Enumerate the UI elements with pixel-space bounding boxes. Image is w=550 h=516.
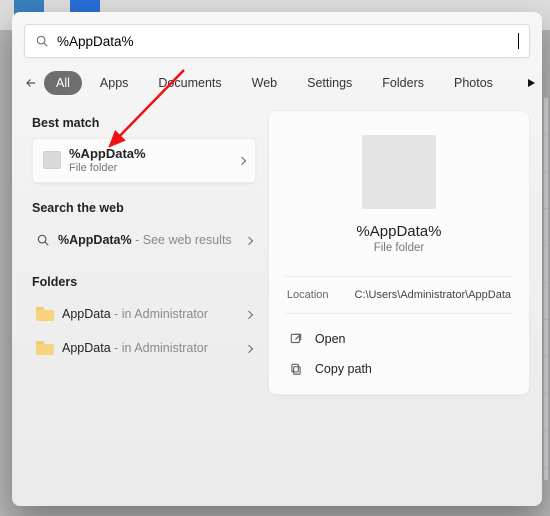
- section-search-web: Search the web: [32, 201, 256, 215]
- folder-suffix: - in Administrator: [111, 341, 208, 355]
- open-icon: [289, 332, 303, 346]
- location-label: Location: [287, 289, 329, 301]
- preview-subtitle: File folder: [374, 242, 425, 254]
- tab-photos[interactable]: Photos: [442, 71, 505, 95]
- web-result-query: %AppData%: [58, 233, 132, 247]
- filter-tabs: All Apps Documents Web Settings Folders …: [12, 66, 542, 106]
- search-bar[interactable]: [24, 24, 530, 58]
- best-match-item[interactable]: %AppData% File folder: [32, 138, 256, 183]
- start-search-panel: All Apps Documents Web Settings Folders …: [12, 12, 542, 506]
- preview-thumbnail: [362, 135, 436, 209]
- best-match-title: %AppData%: [69, 147, 146, 162]
- action-open[interactable]: Open: [285, 324, 513, 354]
- preview-title: %AppData%: [356, 223, 441, 240]
- chevron-right-icon: [238, 157, 246, 165]
- action-open-label: Open: [315, 332, 346, 346]
- tab-settings[interactable]: Settings: [295, 71, 364, 95]
- location-value: C:\Users\Administrator\AppData: [355, 289, 512, 301]
- web-result-suffix: - See web results: [132, 233, 232, 247]
- tab-apps[interactable]: Apps: [88, 71, 141, 95]
- tab-folders[interactable]: Folders: [370, 71, 436, 95]
- tab-all[interactable]: All: [44, 71, 82, 95]
- section-best-match: Best match: [32, 116, 256, 130]
- action-copy-path[interactable]: Copy path: [285, 354, 513, 384]
- search-icon: [36, 233, 50, 247]
- chevron-right-icon: [245, 311, 253, 319]
- preview-pane: %AppData% File folder Location C:\Users\…: [268, 110, 530, 395]
- run-button[interactable]: [517, 72, 542, 94]
- arrow-left-icon: [24, 76, 38, 90]
- preview-location-row: Location C:\Users\Administrator\AppData: [285, 276, 513, 313]
- folder-placeholder-icon: [43, 151, 61, 169]
- results-column: Best match %AppData% File folder Search …: [32, 110, 256, 395]
- section-folders: Folders: [32, 275, 256, 289]
- search-input[interactable]: [57, 34, 520, 49]
- tab-web[interactable]: Web: [240, 71, 289, 95]
- chevron-right-icon: [245, 345, 253, 353]
- copy-icon: [289, 362, 303, 376]
- back-button[interactable]: [24, 70, 38, 96]
- folder-name: AppData: [62, 307, 111, 321]
- tab-documents[interactable]: Documents: [146, 71, 233, 95]
- web-result-item[interactable]: %AppData% - See web results: [32, 223, 256, 257]
- action-copy-path-label: Copy path: [315, 362, 372, 376]
- folder-suffix: - in Administrator: [111, 307, 208, 321]
- folder-result-item[interactable]: AppData - in Administrator: [32, 297, 256, 331]
- folder-result-item[interactable]: AppData - in Administrator: [32, 331, 256, 365]
- folder-name: AppData: [62, 341, 111, 355]
- folder-icon: [36, 341, 54, 355]
- chevron-right-icon: [245, 237, 253, 245]
- background-window-edge: [544, 98, 548, 480]
- best-match-subtitle: File folder: [69, 162, 146, 174]
- text-caret: [518, 33, 519, 49]
- play-icon: [525, 77, 537, 89]
- folder-icon: [36, 307, 54, 321]
- search-icon: [35, 34, 49, 48]
